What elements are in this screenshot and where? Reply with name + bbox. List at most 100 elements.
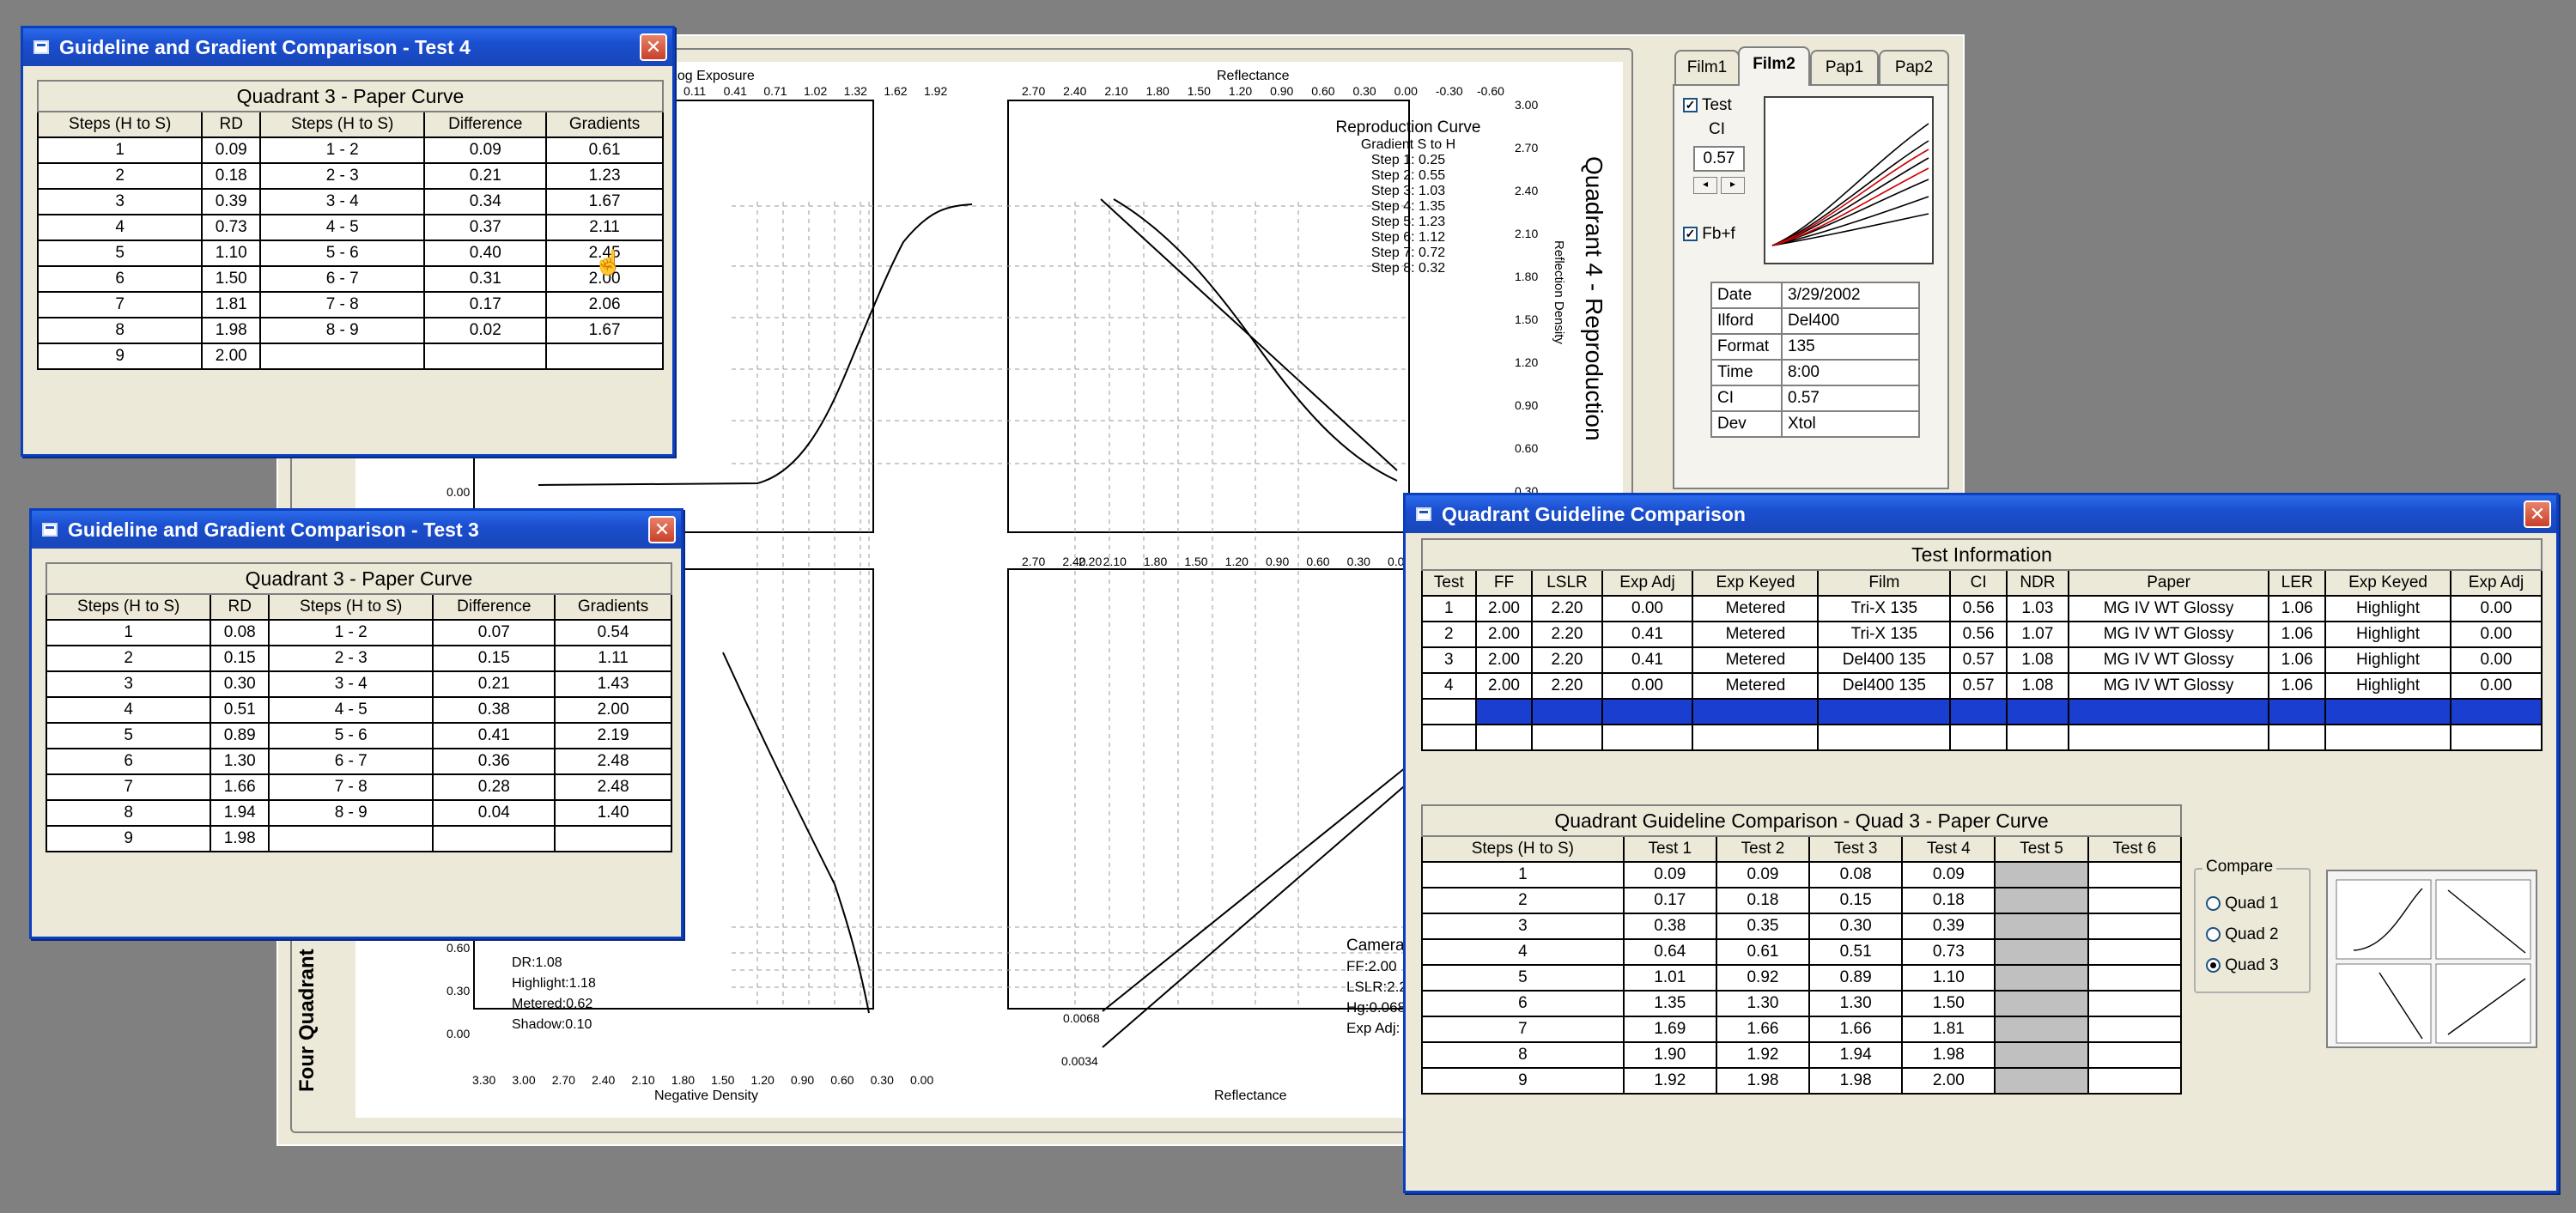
- column-header[interactable]: FF: [1474, 569, 1534, 597]
- table-cell[interactable]: 2.00: [554, 696, 672, 724]
- table-cell[interactable]: 3 - 4: [259, 188, 426, 215]
- table-cell[interactable]: 2.20: [1531, 672, 1603, 700]
- table-cell[interactable]: 2 - 3: [268, 645, 434, 672]
- table-cell[interactable]: 0.57: [1949, 672, 2008, 700]
- table-cell[interactable]: 2.20: [1531, 621, 1603, 648]
- table-row-empty[interactable]: [1421, 724, 2543, 751]
- column-header[interactable]: Test 1: [1622, 835, 1717, 863]
- table-cell[interactable]: 0.56: [1949, 595, 2008, 622]
- table-cell[interactable]: 1: [1421, 595, 1477, 622]
- table-row[interactable]: 1 0.09 1 - 2 0.09 0.61: [36, 136, 664, 164]
- table-cell[interactable]: 2.48: [554, 748, 672, 775]
- column-header[interactable]: Test: [1421, 569, 1477, 597]
- column-header[interactable]: Difference: [432, 593, 556, 621]
- column-header[interactable]: Test 5: [1994, 835, 2089, 863]
- table-cell[interactable]: 9: [36, 343, 204, 370]
- table-cell[interactable]: 8 - 9: [259, 317, 426, 344]
- table-cell[interactable]: 3: [36, 188, 204, 215]
- table-cell[interactable]: 0.30: [210, 670, 270, 698]
- column-header[interactable]: Exp Adj: [2450, 569, 2543, 597]
- test3-window[interactable]: Guideline and Gradient Comparison - Test…: [29, 508, 683, 939]
- table-cell[interactable]: 0.73: [1901, 938, 1996, 966]
- column-header[interactable]: Gradients: [554, 593, 672, 621]
- table-cell[interactable]: [2087, 964, 2183, 992]
- table-row[interactable]: 2 0.17 0.18 0.15 0.18: [1421, 887, 2183, 914]
- table-cell[interactable]: 0.39: [201, 188, 262, 215]
- table-cell[interactable]: 1.30: [1808, 990, 1904, 1017]
- table-cell[interactable]: 0.17: [423, 291, 548, 318]
- table-cell[interactable]: 0.18: [1901, 887, 1996, 914]
- close-icon[interactable]: ✕: [640, 33, 667, 61]
- column-header[interactable]: Exp Adj: [1601, 569, 1694, 597]
- table-cell[interactable]: 4 - 5: [259, 214, 426, 241]
- test3-titlebar[interactable]: Guideline and Gradient Comparison - Test…: [32, 511, 681, 549]
- table-cell[interactable]: 2.20: [1531, 595, 1603, 622]
- table-cell[interactable]: 6 - 7: [268, 748, 434, 775]
- table-cell[interactable]: 4 - 5: [268, 696, 434, 724]
- table-row[interactable]: 4 0.73 4 - 5 0.37 2.11: [36, 214, 664, 241]
- table-cell[interactable]: 0.38: [432, 696, 556, 724]
- table-cell[interactable]: 6: [1421, 990, 1625, 1017]
- table-cell[interactable]: 1 - 2: [259, 136, 426, 164]
- table-row[interactable]: 1 0.08 1 - 2 0.07 0.54: [45, 619, 672, 646]
- table-cell[interactable]: 0.39: [1901, 913, 1996, 940]
- compare-option-quad-1[interactable]: Quad 1: [2206, 889, 2279, 919]
- table-cell[interactable]: [1531, 724, 1603, 751]
- table-cell[interactable]: 2.20: [1531, 646, 1603, 674]
- table-cell[interactable]: [2067, 724, 2270, 751]
- table-row[interactable]: 9 2.00: [36, 343, 664, 370]
- column-header[interactable]: Test 4: [1901, 835, 1996, 863]
- table-cell[interactable]: 2 - 3: [259, 162, 426, 190]
- table-cell[interactable]: [1994, 990, 2089, 1017]
- table-cell[interactable]: [2324, 724, 2452, 751]
- column-header[interactable]: CI: [1949, 569, 2008, 597]
- column-header[interactable]: LER: [2268, 569, 2326, 597]
- table-cell[interactable]: [1994, 913, 2089, 940]
- table-row[interactable]: 5 1.10 5 - 6 0.40 2.45: [36, 240, 664, 267]
- column-header[interactable]: Test 2: [1715, 835, 1811, 863]
- table-row[interactable]: 1 2.00 2.20 0.00 Metered Tri-X 135 0.56 1.03 MG …: [1421, 595, 2543, 622]
- column-header[interactable]: Test 3: [1808, 835, 1904, 863]
- table-cell[interactable]: Highlight: [2324, 595, 2452, 622]
- table-cell[interactable]: 1.08: [2005, 646, 2069, 674]
- table-cell[interactable]: 1: [45, 619, 212, 646]
- table-cell[interactable]: 0.51: [1808, 938, 1904, 966]
- table-row[interactable]: 2 2.00 2.20 0.41 Metered Tri-X 135 0.56 1.07 MG …: [1421, 621, 2543, 648]
- table-cell[interactable]: 0.09: [1622, 861, 1717, 889]
- table-cell[interactable]: 0.54: [554, 619, 672, 646]
- table-cell[interactable]: 0.57: [1949, 646, 2008, 674]
- table-cell[interactable]: 0.40: [423, 240, 548, 267]
- table-row[interactable]: 9 1.92 1.98 1.98 2.00: [1421, 1067, 2183, 1095]
- table-cell[interactable]: [1692, 698, 1820, 725]
- table-cell[interactable]: 6: [36, 265, 204, 293]
- table-cell[interactable]: [545, 343, 664, 370]
- table-cell[interactable]: [1601, 724, 1694, 751]
- table-cell[interactable]: 0.73: [201, 214, 262, 241]
- table-row[interactable]: 7 1.66 7 - 8 0.28 2.48: [45, 773, 672, 801]
- table-cell[interactable]: [432, 825, 556, 852]
- table-cell[interactable]: 7: [45, 773, 212, 801]
- table-cell[interactable]: 4: [1421, 938, 1625, 966]
- radio-icon[interactable]: [2206, 958, 2221, 973]
- table-cell[interactable]: 0.51: [210, 696, 270, 724]
- table-row[interactable]: 4 2.00 2.20 0.00 Metered Del400 135 0.57 1.08 MG…: [1421, 672, 2543, 700]
- column-header[interactable]: Steps (H to S): [268, 593, 434, 621]
- table-row[interactable]: 4 0.51 4 - 5 0.38 2.00: [45, 696, 672, 724]
- table-cell[interactable]: 1.50: [1901, 990, 1996, 1017]
- table-cell[interactable]: [1817, 698, 1952, 725]
- table-cell[interactable]: 2: [1421, 621, 1477, 648]
- table-cell[interactable]: 2.19: [554, 722, 672, 749]
- table-cell[interactable]: 9: [1421, 1067, 1625, 1095]
- table-cell[interactable]: 0.04: [432, 799, 556, 827]
- table-row[interactable]: 3 0.30 3 - 4 0.21 1.43: [45, 670, 672, 698]
- table-row[interactable]: 4 0.64 0.61 0.51 0.73: [1421, 938, 2183, 966]
- table-cell[interactable]: 1.30: [1715, 990, 1811, 1017]
- column-header[interactable]: Exp Keyed: [1692, 569, 1820, 597]
- table-cell[interactable]: [1817, 724, 1952, 751]
- table-cell[interactable]: 1.66: [1715, 1016, 1811, 1043]
- test4-titlebar[interactable]: Guideline and Gradient Comparison - Test…: [23, 28, 672, 66]
- table-cell[interactable]: 8: [1421, 1041, 1625, 1069]
- table-cell[interactable]: [1474, 698, 1534, 725]
- table-cell[interactable]: 1: [1421, 861, 1625, 889]
- column-header[interactable]: Exp Keyed: [2324, 569, 2452, 597]
